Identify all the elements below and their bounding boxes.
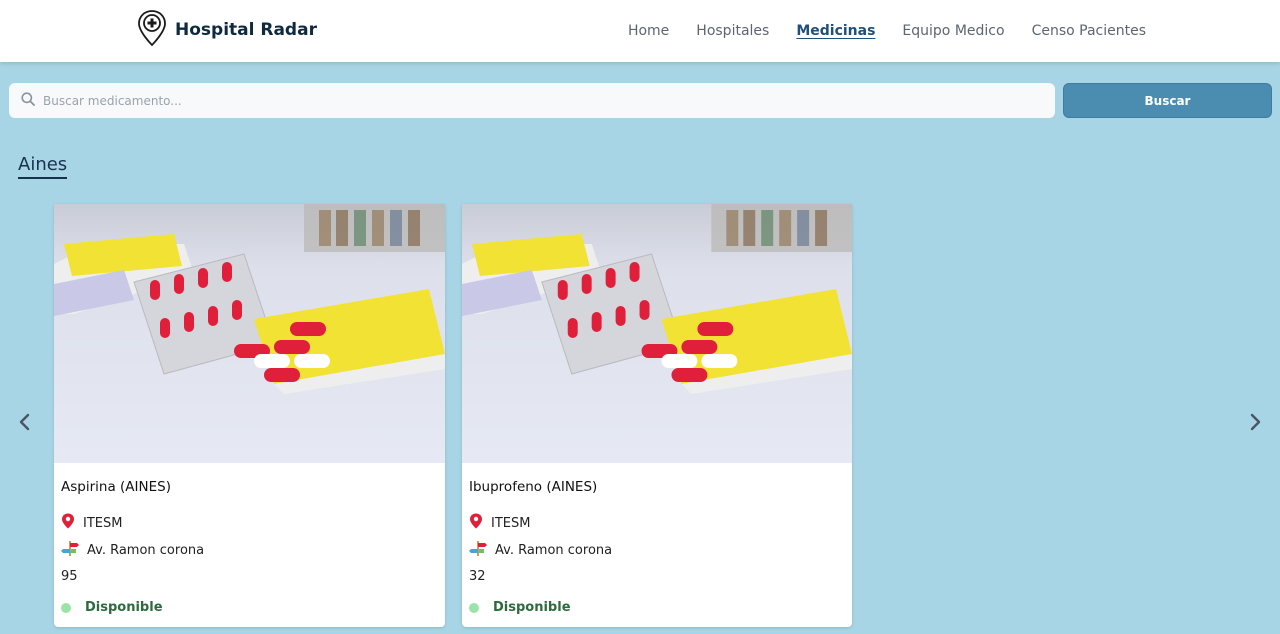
status-text: Disponible xyxy=(85,600,163,615)
medicine-image xyxy=(462,204,852,463)
status-text: Disponible xyxy=(493,600,571,615)
chevron-left-icon xyxy=(18,413,30,435)
search-bar xyxy=(9,83,1055,118)
hospital-row: ITESM xyxy=(469,513,845,533)
address-row: Av. Ramon corona xyxy=(61,541,438,559)
search-button[interactable]: Buscar xyxy=(1063,83,1272,118)
nav-hospitales[interactable]: Hospitales xyxy=(696,23,769,39)
medicine-image xyxy=(54,204,445,463)
medicine-name: Aspirina (AINES) xyxy=(61,479,171,495)
status-dot xyxy=(61,602,71,613)
brand[interactable]: Hospital Radar xyxy=(137,10,317,50)
signpost-icon xyxy=(61,540,79,560)
carousel-prev-button[interactable] xyxy=(14,412,34,436)
status-badge: Disponible xyxy=(469,600,845,615)
hospital-name: ITESM xyxy=(83,515,123,531)
quantity-value: 95 xyxy=(61,569,78,584)
status-dot xyxy=(469,602,479,613)
carousel-next-button[interactable] xyxy=(1246,412,1266,436)
hospital-row: ITESM xyxy=(61,513,438,533)
search-input[interactable] xyxy=(43,93,1023,108)
quantity-value: 32 xyxy=(469,569,486,584)
status-badge: Disponible xyxy=(61,600,438,615)
chevron-right-icon xyxy=(1250,413,1262,435)
main-nav: Home Hospitales Medicinas Equipo Medico … xyxy=(628,0,1146,62)
top-navbar: Hospital Radar Home Hospitales Medicinas… xyxy=(0,0,1280,62)
medicine-card[interactable]: Aspirina (AINES) ITESM Av. Ramon corona … xyxy=(54,204,445,627)
section-title: Aines xyxy=(18,154,68,179)
nav-medicinas[interactable]: Medicinas xyxy=(796,23,875,39)
nav-equipo-medico[interactable]: Equipo Medico xyxy=(902,23,1004,39)
map-pin-icon xyxy=(469,513,483,533)
map-pin-icon xyxy=(61,513,75,533)
signpost-icon xyxy=(469,540,487,560)
hospital-pin-icon xyxy=(137,10,167,50)
address-text: Av. Ramon corona xyxy=(87,542,205,558)
medicine-name: Ibuprofeno (AINES) xyxy=(469,479,598,495)
nav-censo-pacientes[interactable]: Censo Pacientes xyxy=(1032,23,1146,39)
brand-name: Hospital Radar xyxy=(175,20,317,40)
nav-home[interactable]: Home xyxy=(628,23,669,39)
address-row: Av. Ramon corona xyxy=(469,541,845,559)
search-icon xyxy=(21,91,35,110)
address-text: Av. Ramon corona xyxy=(495,542,613,558)
hospital-name: ITESM xyxy=(491,515,531,531)
medicine-card[interactable]: Ibuprofeno (AINES) ITESM Av. Ramon coron… xyxy=(462,204,852,627)
